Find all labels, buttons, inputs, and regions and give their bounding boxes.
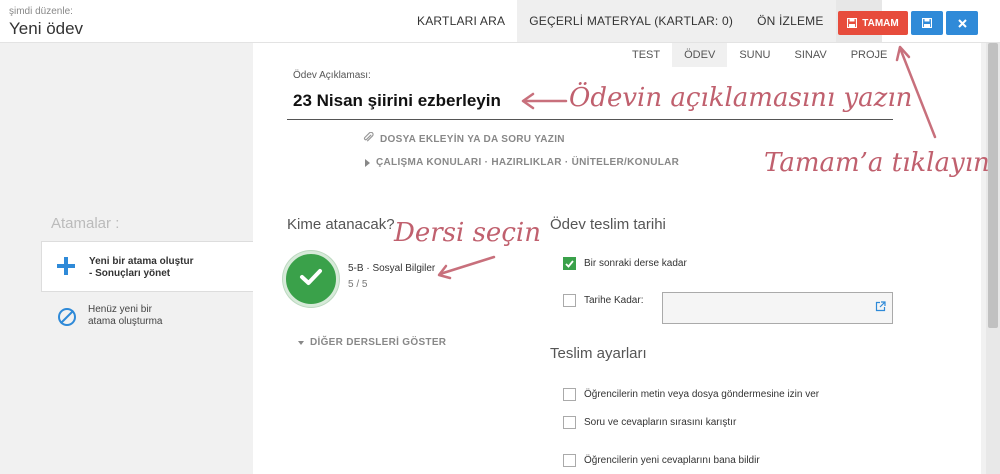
assignments-title: Atamalar : <box>51 215 120 232</box>
due-date-title: Ödev teslim tarihi <box>550 216 666 233</box>
checkbox-checked[interactable] <box>563 257 576 270</box>
no-assignment-line1: Henüz yeni bir <box>88 304 152 315</box>
assign-to-title: Kime atanacak? <box>287 216 395 233</box>
description-input[interactable]: 23 Nisan şiirini ezberleyin <box>293 91 501 111</box>
checkbox-unchecked[interactable] <box>563 294 576 307</box>
close-button[interactable] <box>946 11 978 35</box>
create-assignment-label: Yeni bir atama oluştur - Sonuçları yönet <box>89 256 193 280</box>
checkbox-unchecked[interactable] <box>563 416 576 429</box>
tab-exam[interactable]: SINAV <box>782 43 838 67</box>
create-assignment-line1: Yeni bir atama oluştur <box>89 256 194 267</box>
topics-expander[interactable]: ÇALIŞMA KONULARI · HAZIRLIKLAR · ÜNİTELE… <box>365 157 679 168</box>
setting-label: Soru ve cevapların sırasını karıştır <box>584 417 737 428</box>
scrollbar[interactable] <box>986 43 1000 474</box>
tab-current-material[interactable]: GEÇERLİ MATERYAL (KARTLAR: 0) <box>517 0 746 42</box>
checkbox-unchecked[interactable] <box>563 454 576 467</box>
close-icon <box>957 18 967 28</box>
description-underline <box>287 119 893 120</box>
now-editing-label: şimdi düzenle: <box>9 6 73 17</box>
annotation-ok: Tamam’a tıklayın <box>764 148 990 178</box>
top-tabs: KARTLARI ARA GEÇERLİ MATERYAL (KARTLAR: … <box>405 0 882 42</box>
date-picker-field[interactable] <box>662 292 893 324</box>
attach-file-link[interactable]: DOSYA EKLEYİN YA DA SORU YAZIN <box>363 131 565 146</box>
class-select-checkmark[interactable] <box>283 251 339 307</box>
caret-right-icon <box>365 158 370 167</box>
annotation-description: Ödevin açıklamasını yazın <box>569 83 913 113</box>
submission-settings-title: Teslim ayarları <box>550 345 647 362</box>
check-icon <box>299 267 323 292</box>
save-button[interactable] <box>911 11 943 35</box>
tab-search-cards[interactable]: KARTLARI ARA <box>405 0 517 42</box>
external-link-icon[interactable] <box>875 299 886 317</box>
class-student-count: 5 / 5 <box>348 279 368 290</box>
no-assignment-label: Henüz yeni bir atama oluşturma <box>88 304 162 328</box>
class-name[interactable]: 5-B · Sosyal Bilgiler <box>348 263 435 274</box>
due-by-date-option[interactable]: Tarihe Kadar: <box>563 294 643 307</box>
setting-notify[interactable]: Öğrencilerin yeni cevaplarını bana bildi… <box>563 454 760 467</box>
save-icon <box>847 18 858 28</box>
caret-down-icon <box>298 340 304 345</box>
no-assignment-line2: atama oluşturma <box>88 316 163 327</box>
due-next-lesson-label: Bir sonraki derse kadar <box>584 258 687 269</box>
create-assignment-item[interactable]: Yeni bir atama oluştur - Sonuçları yönet <box>41 241 254 292</box>
setting-allow-submission[interactable]: Öğrencilerin metin veya dosya göndermesi… <box>563 388 819 401</box>
tab-project[interactable]: PROJE <box>839 43 900 67</box>
show-other-classes-link[interactable]: DİĞER DERSLERİ GÖSTER <box>298 337 446 348</box>
attach-file-label: DOSYA EKLEYİN YA DA SORU YAZIN <box>380 133 565 145</box>
paperclip-icon <box>363 131 374 146</box>
tab-test[interactable]: TEST <box>620 43 672 67</box>
create-assignment-line2: - Sonuçları yönet <box>89 268 171 279</box>
setting-shuffle[interactable]: Soru ve cevapların sırasını karıştır <box>563 416 736 429</box>
type-tabs: TEST ÖDEV SUNU SINAV PROJE <box>620 43 899 67</box>
topics-label: ÇALIŞMA KONULARI · HAZIRLIKLAR · ÜNİTELE… <box>376 157 680 168</box>
assignments-sidebar: Atamalar : Yeni bir atama oluştur - Sonu… <box>0 43 254 474</box>
scroll-thumb[interactable] <box>988 43 998 328</box>
description-label: Ödev Açıklaması: <box>293 70 371 81</box>
setting-label: Öğrencilerin yeni cevaplarını bana bildi… <box>584 455 760 466</box>
tab-preview[interactable]: ÖN İZLEME <box>745 0 836 42</box>
tab-homework[interactable]: ÖDEV <box>672 43 728 67</box>
ban-icon <box>58 308 76 326</box>
checkbox-unchecked[interactable] <box>563 388 576 401</box>
plus-icon <box>57 257 75 275</box>
show-other-classes-label: DİĞER DERSLERİ GÖSTER <box>310 337 447 348</box>
ok-button[interactable]: TAMAM <box>838 11 908 35</box>
ok-button-label: TAMAM <box>862 17 899 29</box>
tab-presentation[interactable]: SUNU <box>727 43 782 67</box>
due-next-lesson-option[interactable]: Bir sonraki derse kadar <box>563 257 687 270</box>
annotation-class: Dersi seçin <box>394 218 541 248</box>
top-bar: şimdi düzenle: Yeni ödev KARTLARI ARA GE… <box>0 0 1000 43</box>
page-title: Yeni ödev <box>9 19 84 38</box>
setting-label: Öğrencilerin metin veya dosya göndermesi… <box>584 389 820 400</box>
due-by-date-label: Tarihe Kadar: <box>584 295 644 306</box>
save-icon <box>922 18 932 28</box>
